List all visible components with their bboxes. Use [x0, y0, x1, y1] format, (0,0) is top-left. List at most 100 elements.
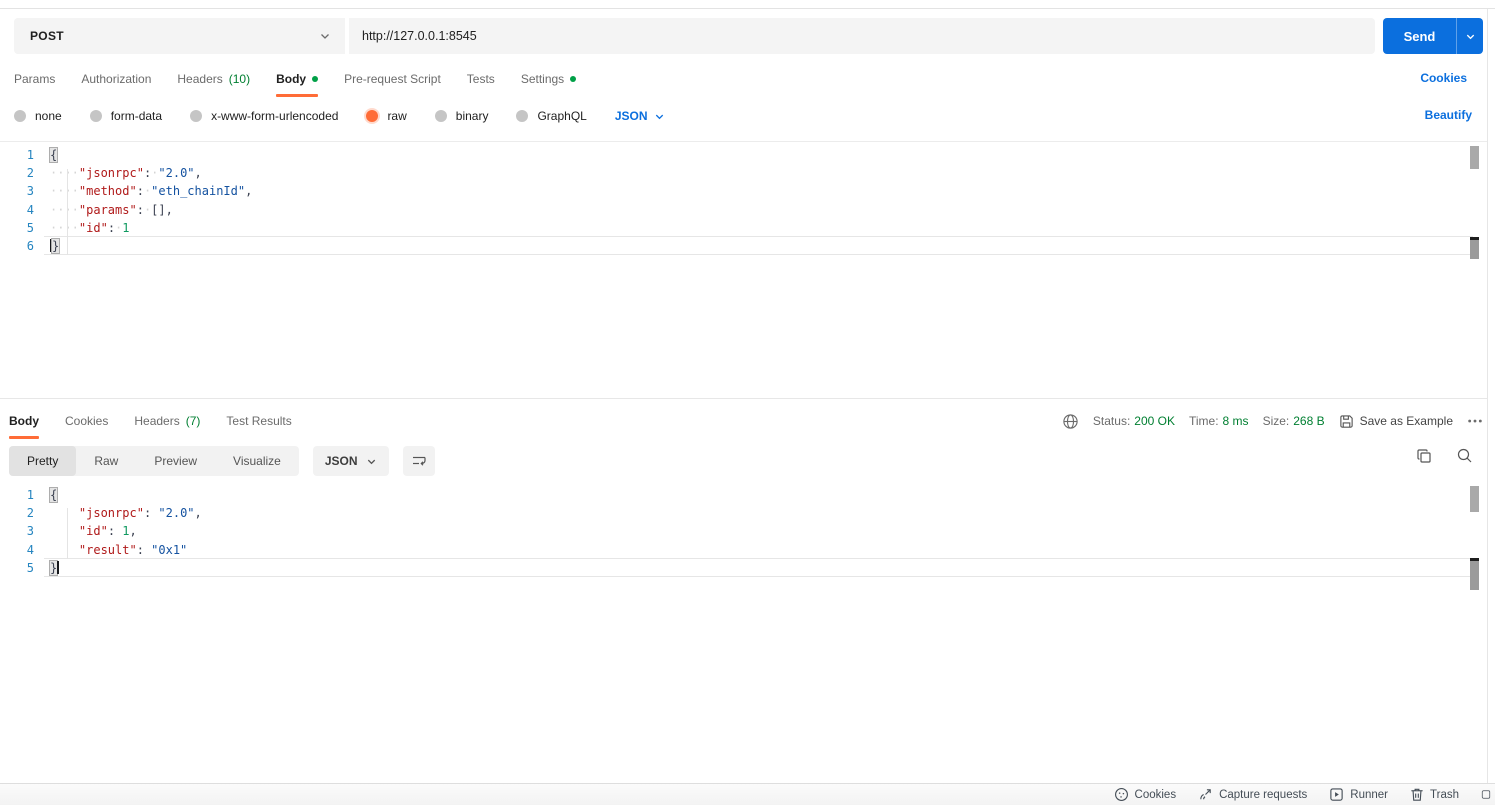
view-pretty[interactable]: Pretty	[9, 446, 77, 476]
response-language-select[interactable]: JSON	[312, 446, 389, 476]
body-type-none[interactable]: none	[14, 109, 62, 123]
statusbar-cookies-button[interactable]: Cookies	[1114, 787, 1176, 802]
radio-selected-icon	[366, 110, 379, 122]
tab-params[interactable]: Params	[14, 66, 55, 92]
line-number: 3	[26, 524, 34, 539]
right-sidebar-rail	[1487, 9, 1495, 783]
chevron-down-icon	[319, 30, 331, 42]
url-input[interactable]: http://127.0.0.1:8545	[349, 18, 1375, 54]
method-label: POST	[30, 29, 64, 43]
postman-request-view: POST http://127.0.0.1:8545 Send Params A…	[0, 0, 1495, 805]
code-line[interactable]: 1{	[0, 146, 1487, 164]
body-modified-dot	[312, 76, 319, 82]
radio-icon	[434, 110, 447, 122]
url-text: http://127.0.0.1:8545	[362, 29, 477, 43]
response-view-switcher: Pretty Raw Preview Visualize	[9, 446, 299, 476]
request-editor-scrollbar[interactable]	[1470, 146, 1479, 169]
response-body-editor[interactable]: 1{2 "jsonrpc": "2.0", 3 "id": 1, 4 "result…	[0, 486, 1487, 776]
line-number: 4	[26, 542, 34, 557]
tab-settings[interactable]: Settings	[521, 66, 577, 92]
line-number: 4	[26, 202, 34, 217]
url-row: POST http://127.0.0.1:8545 Send	[0, 9, 1487, 63]
response-tab-body[interactable]: Body	[9, 408, 39, 439]
send-button[interactable]: Send	[1383, 18, 1483, 54]
body-type-binary[interactable]: binary	[434, 109, 488, 123]
capture-requests-icon	[1198, 787, 1213, 802]
request-tabs: Params Authorization Headers (10) Body Pr…	[0, 63, 1487, 97]
wrap-lines-button[interactable]	[402, 446, 435, 476]
code-line[interactable]: 3 "id": 1,	[0, 522, 1487, 540]
tab-tests[interactable]: Tests	[467, 66, 495, 92]
line-number: 3	[26, 184, 34, 199]
code-line[interactable]: 4 ····"params":·[],	[0, 201, 1487, 219]
code-line[interactable]: 4 "result": "0x1"	[0, 541, 1487, 559]
response-editor-scrollbar[interactable]	[1470, 486, 1479, 512]
line-number: 2	[26, 506, 34, 521]
save-icon	[1339, 414, 1354, 429]
chevron-down-icon	[366, 456, 377, 467]
line-number: 1	[26, 488, 34, 502]
body-type-graphql[interactable]: GraphQL	[516, 109, 587, 123]
view-preview[interactable]: Preview	[136, 446, 215, 476]
tab-headers[interactable]: Headers (10)	[177, 66, 250, 92]
code-line[interactable]: 5}	[0, 557, 1487, 578]
statusbar-runner-button[interactable]: Runner	[1329, 787, 1388, 802]
view-visualize[interactable]: Visualize	[215, 446, 299, 476]
more-options-icon[interactable]	[1467, 418, 1483, 424]
line-number: 2	[26, 166, 34, 181]
code-line[interactable]: 5 ····"id":·1	[0, 219, 1487, 237]
code-line[interactable]: 2 "jsonrpc": "2.0",	[0, 504, 1487, 522]
network-globe-icon[interactable]	[1062, 413, 1079, 430]
statusbar-trash-button[interactable]: Trash	[1410, 787, 1459, 802]
response-tools	[1416, 447, 1473, 464]
radio-icon	[14, 110, 26, 122]
response-tab-cookies[interactable]: Cookies	[65, 408, 108, 434]
indent-guide	[67, 169, 68, 255]
request-body-editor[interactable]: 1{2 ····"jsonrpc":·"2.0", 3 ····"method":·"…	[0, 141, 1487, 399]
scrollbar-selection-mark	[1470, 561, 1479, 590]
line-number: 1	[26, 148, 34, 162]
send-label[interactable]: Send	[1383, 18, 1457, 54]
radio-icon	[190, 110, 203, 122]
send-options-button[interactable]	[1457, 18, 1483, 54]
beautify-link[interactable]: Beautify	[1425, 108, 1472, 122]
cookies-link[interactable]: Cookies	[1420, 71, 1467, 85]
code-line[interactable]: 3 ····"method":·"eth_chainId",	[0, 182, 1487, 200]
line-number: 5	[26, 560, 34, 575]
indent-guide	[67, 508, 68, 559]
body-type-x-www-form-urlencoded[interactable]: x-www-form-urlencoded	[190, 109, 338, 123]
raw-language-select[interactable]: JSON	[615, 109, 665, 123]
status-badge[interactable]: Status: 200 OK	[1093, 414, 1175, 428]
code-line[interactable]: 2 ····"jsonrpc":·"2.0",	[0, 164, 1487, 182]
size-badge[interactable]: Size: 268 B	[1263, 414, 1325, 428]
status-bar: Cookies Capture requests Runner Trash	[0, 783, 1495, 805]
view-raw[interactable]: Raw	[76, 446, 136, 476]
response-meta: Status: 200 OK Time: 8 ms Size: 268 B Sa…	[1062, 403, 1483, 439]
radio-icon	[89, 110, 102, 122]
code-line[interactable]: 6}	[0, 235, 1487, 256]
response-tab-test-results[interactable]: Test Results	[226, 408, 291, 434]
body-type-raw[interactable]: raw	[366, 109, 407, 123]
runner-icon	[1329, 787, 1344, 802]
search-icon[interactable]	[1456, 447, 1473, 464]
statusbar-capture-requests-button[interactable]: Capture requests	[1198, 787, 1307, 802]
save-as-example-button[interactable]: Save as Example	[1339, 414, 1453, 429]
body-type-form-data[interactable]: form-data	[89, 109, 162, 123]
line-number: 6	[26, 238, 34, 253]
copy-icon[interactable]	[1416, 448, 1432, 464]
tab-authorization[interactable]: Authorization	[81, 66, 151, 92]
code-line[interactable]: 1{	[0, 486, 1487, 504]
tab-body[interactable]: Body	[276, 66, 319, 97]
body-type-row: none form-data x-www-form-urlencoded raw…	[0, 100, 1487, 132]
method-select[interactable]: POST	[14, 18, 345, 54]
time-badge[interactable]: Time: 8 ms	[1189, 414, 1249, 428]
tab-pre-request-script[interactable]: Pre-request Script	[344, 66, 441, 92]
settings-modified-dot	[570, 76, 577, 82]
cookie-icon	[1114, 787, 1129, 802]
response-toolbar: Pretty Raw Preview Visualize JSON	[0, 445, 1487, 477]
statusbar-partial-icon[interactable]	[1481, 787, 1491, 802]
top-divider	[0, 0, 1495, 9]
trash-icon	[1410, 787, 1424, 802]
line-number: 5	[26, 220, 34, 235]
response-tab-headers[interactable]: Headers (7)	[134, 408, 200, 434]
